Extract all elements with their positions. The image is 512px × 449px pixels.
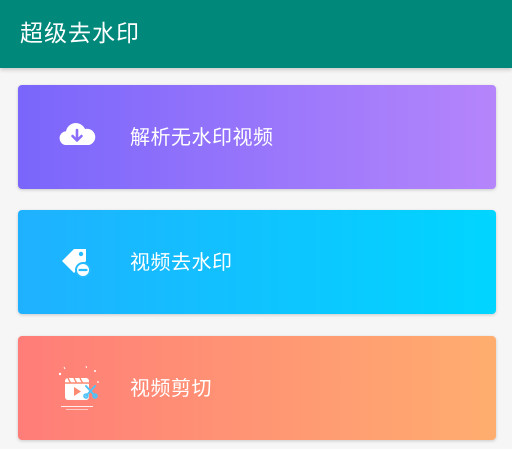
- app-bar: 超级去水印: [0, 0, 512, 68]
- cloud-download-icon: [59, 123, 96, 145]
- video-cut-card[interactable]: 视频剪切: [18, 336, 496, 440]
- remove-watermark-card[interactable]: 视频去水印: [18, 210, 496, 314]
- video-cut-label: 视频剪切: [130, 376, 212, 400]
- parse-video-card[interactable]: 解析无水印视频: [18, 85, 496, 189]
- tag-remove-icon: [62, 249, 91, 278]
- app-title: 超级去水印: [20, 21, 140, 47]
- remove-watermark-label: 视频去水印: [130, 250, 233, 274]
- parse-video-label: 解析无水印视频: [130, 125, 274, 149]
- video-scissors-icon: [58, 365, 99, 410]
